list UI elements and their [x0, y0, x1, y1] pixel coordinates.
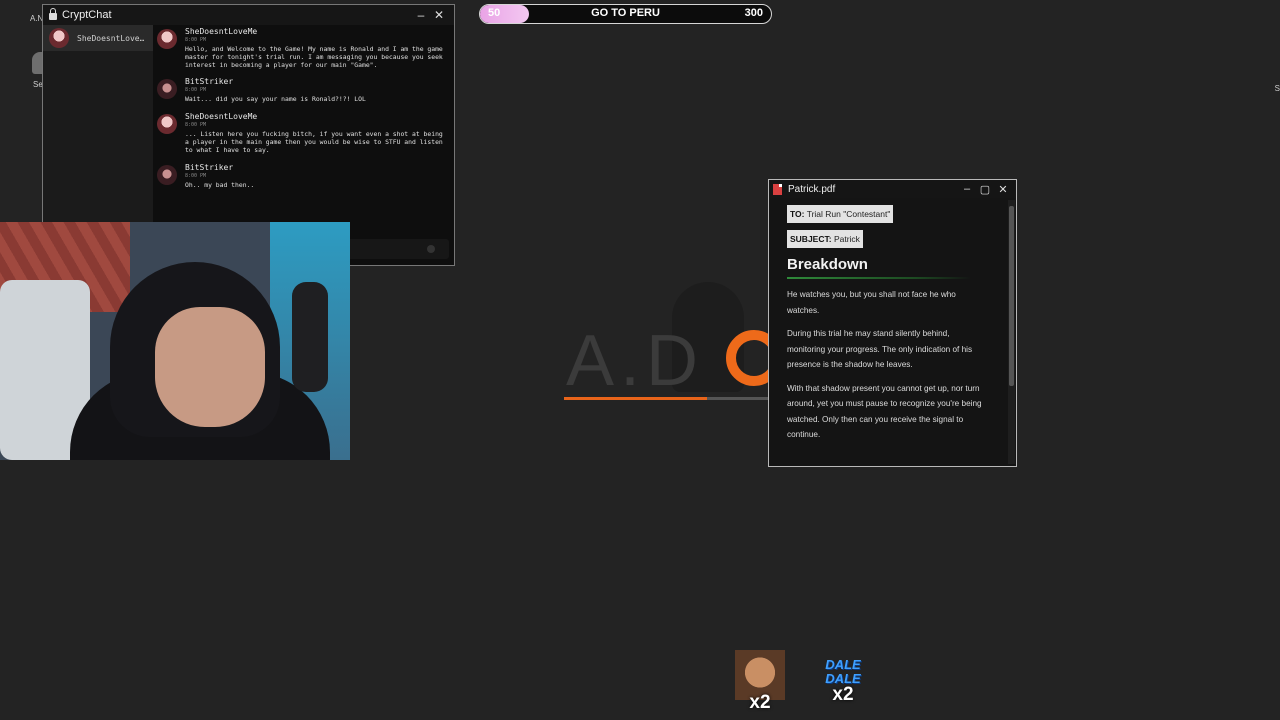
message-text: Hello, and Welcome to the Game! My name …: [185, 45, 443, 69]
close-button[interactable]: ✕: [994, 183, 1012, 196]
avatar: [49, 28, 69, 48]
maximize-button[interactable]: ▢: [976, 183, 994, 196]
message-text: Oh.. my bad then..: [185, 180, 255, 189]
message-text: ... Listen here you fucking bitch, if yo…: [185, 130, 443, 154]
message-author: BitStriker: [185, 77, 234, 87]
desktop-icon-s[interactable]: S: [1275, 84, 1280, 93]
streamer-face: [155, 307, 265, 427]
pdf-window: Patrick.pdf – ▢ ✕ TO: Trial Run "Contest…: [768, 179, 1017, 467]
message-text: Wait... did you say your name is Ronald?…: [185, 95, 366, 104]
message-author: BitStriker: [185, 162, 234, 172]
paragraph: During this trial he may stand silently …: [787, 329, 973, 369]
message-author: SheDoesntLoveMe: [185, 27, 258, 36]
close-button[interactable]: ✕: [430, 8, 448, 22]
to-value: Trial Run "Contestant": [806, 209, 891, 219]
message-time: 8:00 PM: [185, 122, 207, 129]
message-list: SheDoesntLoveMe 8:00 PM Hello, and Welco…: [157, 27, 449, 197]
cryptchat-titlebar[interactable]: CryptChat – ✕: [43, 5, 454, 25]
logo-underline-gray: [707, 397, 772, 400]
goal-title: GO TO PERU: [591, 7, 660, 19]
avatar: [157, 79, 177, 100]
subject-field: SUBJECT: Patrick: [787, 230, 863, 248]
message-time: 8:00 PM: [185, 87, 207, 94]
paragraph: With that shadow present you cannot get …: [787, 383, 982, 440]
document-heading: Breakdown: [787, 256, 868, 273]
window-title: CryptChat: [62, 9, 112, 21]
heading-divider: [787, 277, 971, 279]
microphone-icon: [292, 282, 328, 392]
scrollbar[interactable]: [1008, 200, 1015, 464]
message: SheDoesntLoveMe 8:00 PM Hello, and Welco…: [157, 27, 449, 69]
to-field: TO: Trial Run "Contestant": [787, 205, 894, 223]
contact-item[interactable]: SheDoesntLove…: [43, 25, 153, 51]
avatar: [157, 114, 177, 135]
minimize-button[interactable]: –: [958, 183, 976, 195]
goal-target: 300: [744, 7, 763, 19]
avatar: [157, 29, 177, 49]
emote-multiplier: x2: [749, 692, 771, 713]
pdf-titlebar[interactable]: Patrick.pdf – ▢ ✕: [769, 180, 1016, 198]
lock-icon: [49, 7, 57, 20]
subject-value: Patrick: [833, 234, 860, 244]
donation-goal-bar: 50 GO TO PERU 300: [479, 4, 772, 24]
desktop-icon-label: S: [1274, 84, 1280, 93]
paragraph: He watches you, but you shall not face h…: [787, 290, 956, 315]
message: BitStriker 8:00 PM Oh.. my bad then..: [157, 163, 449, 190]
logo-text: A.D: [566, 321, 705, 401]
message-author: SheDoesntLoveMe: [185, 112, 258, 122]
window-title: Patrick.pdf: [788, 183, 836, 195]
dale-dale-emote: DALE DALE x2: [820, 650, 866, 706]
minimize-button[interactable]: –: [412, 8, 430, 22]
webcam-feed: [0, 222, 350, 460]
scrollbar-thumb[interactable]: [1009, 206, 1014, 386]
avatar: [157, 164, 177, 185]
message-time: 8:00 PM: [185, 37, 207, 43]
subject-label: SUBJECT:: [790, 234, 832, 244]
contact-name: SheDoesntLove…: [77, 33, 145, 43]
message: BitStriker 8:00 PM Wait... did you say y…: [157, 77, 449, 104]
laughing-man-emote: x2: [735, 650, 785, 714]
pdf-content: TO: Trial Run "Contestant" SUBJECT: Patr…: [769, 198, 1006, 466]
emote-multiplier: x2: [832, 684, 854, 705]
logo-underline: [564, 397, 707, 400]
send-icon[interactable]: [427, 245, 435, 253]
message: SheDoesntLoveMe 8:00 PM ... Listen here …: [157, 112, 449, 154]
message-time: 8:00 PM: [185, 172, 207, 179]
background-logo: A.D: [562, 282, 772, 407]
pdf-file-icon: [773, 183, 782, 195]
to-label: TO:: [790, 209, 805, 219]
